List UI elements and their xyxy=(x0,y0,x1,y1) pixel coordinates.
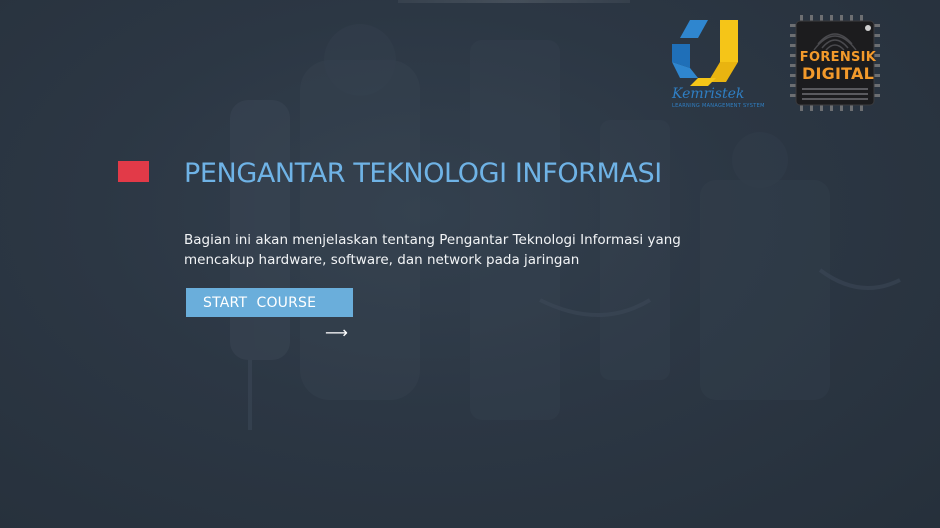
top-highlight xyxy=(398,0,630,3)
kemristek-logo-subtitle: LEARNING MANAGEMENT SYSTEM xyxy=(672,103,765,109)
course-intro-slide: Kemristek LEARNING MANAGEMENT SYSTEM FOR… xyxy=(0,0,940,528)
arrow-right-icon[interactable]: ⟶ xyxy=(325,324,348,342)
description-line: Bagian ini akan menjelaskan tentang Peng… xyxy=(184,232,681,248)
description-line: mencakup hardware, software, dan network… xyxy=(184,252,580,268)
kemristek-logo-name: Kemristek xyxy=(672,86,745,102)
forensik-logo-line2: DIGITAL xyxy=(802,64,874,83)
course-description: Bagian ini akan menjelaskan tentang Peng… xyxy=(184,230,704,270)
forensik-logo-line1: FORENSIK xyxy=(799,50,877,65)
start-course-button[interactable]: START COURSE xyxy=(186,288,353,317)
title-accent-marker xyxy=(118,161,149,182)
course-title: PENGANTAR TEKNOLOGI INFORMASI xyxy=(184,158,662,189)
